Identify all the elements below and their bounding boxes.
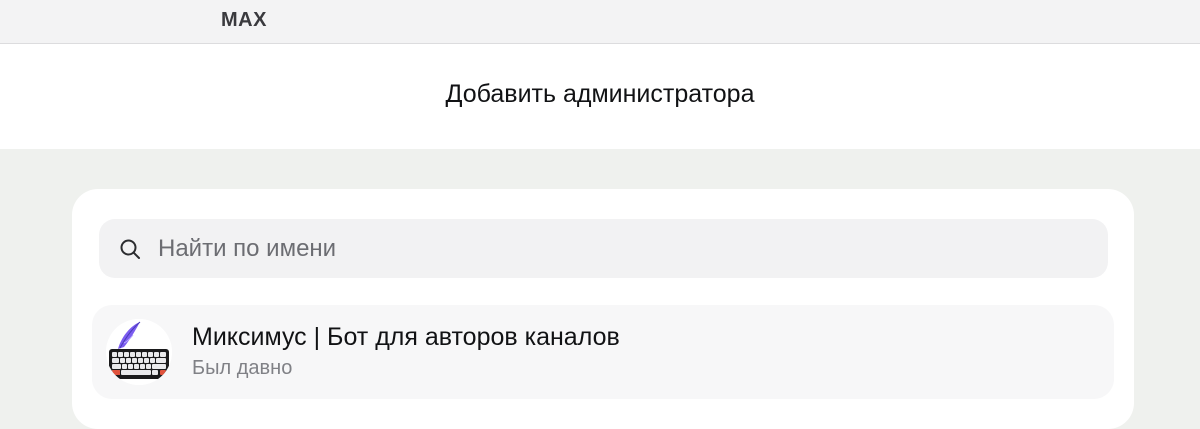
search-input[interactable] [158,219,1088,278]
admin-picker-card: Миксимус | Бот для авторов каналов Был д… [72,189,1134,429]
search-box[interactable] [99,219,1108,278]
keyboard-feather-avatar-icon [106,319,172,385]
app-title: MAX [221,9,267,31]
dialog-title: Добавить администратора [445,80,755,108]
contact-list-item[interactable]: Миксимус | Бот для авторов каналов Был д… [92,305,1114,399]
dialog-header: Добавить администратора [0,44,1200,149]
contact-name: Миксимус | Бот для авторов каналов [192,323,620,351]
contact-avatar [106,319,172,385]
contact-status: Был давно [192,357,293,379]
search-icon [120,239,140,259]
app-bar: MAX [0,0,1200,44]
